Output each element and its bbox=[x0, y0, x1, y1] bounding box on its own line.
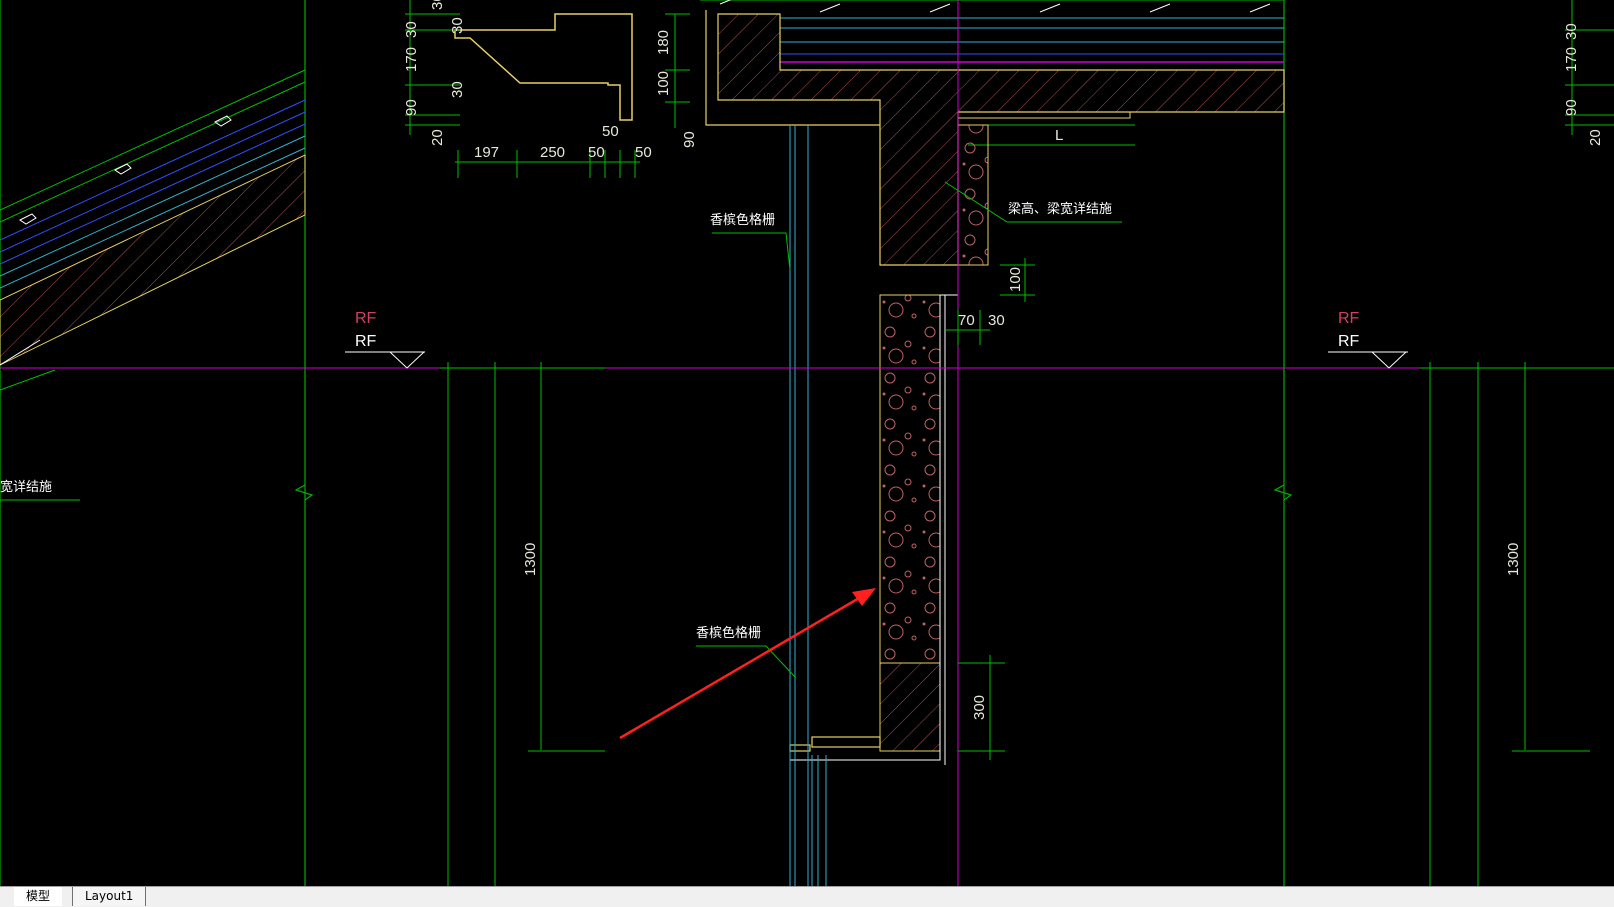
dim-50a: 50 bbox=[602, 123, 619, 140]
dim-right-20: 20 bbox=[1587, 129, 1604, 146]
cornice-profile: 30 30 30 170 30 90 20 197 250 50 50 50 1… bbox=[403, 0, 698, 178]
note-beam: 梁高、梁宽详结施 bbox=[1008, 201, 1112, 217]
left-roof-slope bbox=[0, 69, 306, 391]
level-tag-rf-1: RF bbox=[355, 310, 377, 327]
level-tag-rf-3: RF bbox=[1338, 310, 1360, 327]
note-left-edge: 宽详结施 bbox=[0, 479, 52, 495]
note-rail-upper: 香槟色格栅 bbox=[710, 212, 775, 228]
dim-top-30: 30 bbox=[429, 0, 446, 10]
dim-right-170: 170 bbox=[1563, 47, 1580, 72]
note-rail-lower: 香槟色格栅 bbox=[696, 625, 761, 641]
dim-197: 197 bbox=[474, 144, 499, 161]
dim-beam-100: 100 bbox=[1007, 267, 1024, 292]
dim-right-30: 30 bbox=[1563, 23, 1580, 40]
dim-30-side: 30 bbox=[449, 17, 466, 34]
dim-250: 250 bbox=[540, 144, 565, 161]
level-marker-right: RF RF bbox=[1328, 310, 1408, 369]
dim-300: 300 bbox=[971, 695, 988, 720]
dim-beam-70: 70 bbox=[958, 312, 975, 329]
dim-50c: 50 bbox=[635, 144, 652, 161]
dim-right-90: 90 bbox=[1563, 99, 1580, 116]
dim-1300-left: 1300 bbox=[522, 543, 539, 576]
grille-mullions bbox=[789, 125, 827, 886]
drawing-canvas[interactable]: 30 30 30 170 30 90 20 197 250 50 50 50 1… bbox=[0, 0, 1614, 886]
dim-100: 100 bbox=[655, 71, 672, 96]
level-marker-left: RF RF bbox=[345, 310, 426, 369]
dim-30b: 30 bbox=[449, 81, 466, 98]
layout-tab-bar: 模型 Layout1 bbox=[0, 886, 1614, 907]
tab-model[interactable]: 模型 bbox=[14, 887, 63, 906]
dim-50b: 50 bbox=[588, 144, 605, 161]
dim-90b: 90 bbox=[681, 131, 698, 148]
dim-1300-right: 1300 bbox=[1505, 543, 1522, 576]
dim-170: 170 bbox=[403, 47, 420, 72]
dim-group-left bbox=[440, 362, 605, 886]
dim-beam-30: 30 bbox=[988, 312, 1005, 329]
level-tag-rf-4: RF bbox=[1338, 333, 1360, 350]
dim-90: 90 bbox=[403, 99, 420, 116]
red-arrow-annotation bbox=[619, 588, 876, 740]
center-axes bbox=[0, 0, 1614, 886]
dim-30a: 30 bbox=[403, 21, 420, 38]
cad-model-space[interactable]: 30 30 30 170 30 90 20 197 250 50 50 50 1… bbox=[0, 0, 1614, 886]
label-L: L bbox=[1055, 127, 1063, 144]
roof-slab-section: L bbox=[700, 0, 1285, 266]
dim-180: 180 bbox=[655, 30, 672, 55]
dim-group-right bbox=[1420, 362, 1614, 886]
dim-20: 20 bbox=[429, 129, 446, 146]
level-tag-rf-2: RF bbox=[355, 333, 377, 350]
tab-layout1[interactable]: Layout1 bbox=[72, 887, 147, 906]
